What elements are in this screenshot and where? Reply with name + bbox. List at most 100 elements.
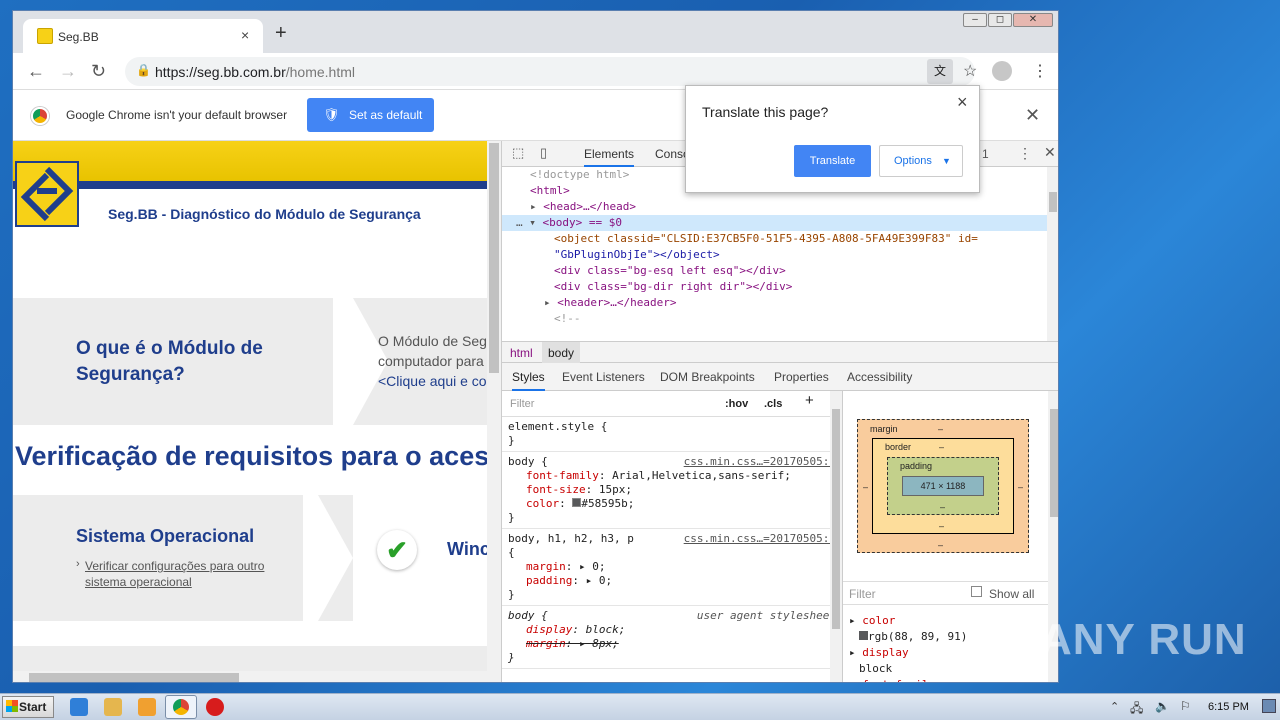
tab-elements[interactable]: Elements [584, 147, 635, 167]
volume-icon[interactable]: 🔈 [1155, 699, 1170, 713]
bb-logo-icon [20, 166, 74, 222]
reload-icon[interactable]: ↻ [91, 62, 106, 80]
inspect-icon[interactable]: ⬚ [512, 145, 524, 161]
breadcrumb-body[interactable]: body [542, 342, 581, 364]
rule-selector[interactable]: element.style { [508, 420, 836, 434]
device-toolbar-icon[interactable]: ▯ [540, 145, 547, 161]
bookmark-star-icon[interactable]: ☆ [963, 61, 977, 81]
tray-expand-icon[interactable]: ⌃ [1110, 700, 1119, 713]
border-top-value: – [939, 442, 945, 452]
dom-line[interactable]: ▸ <head>…</head> [502, 199, 1047, 215]
set-default-label: Set as default [349, 108, 423, 122]
scroll-thumb[interactable] [1049, 192, 1057, 212]
click-here-link[interactable]: <Clique aqui e co [378, 371, 487, 391]
set-default-button[interactable]: 🛡 Set as default [307, 98, 434, 132]
clock[interactable]: 6:15 PM [1208, 701, 1249, 713]
tab-dom-breakpoints[interactable]: DOM Breakpoints [660, 370, 755, 384]
profile-avatar-icon[interactable] [992, 61, 1012, 81]
dom-line[interactable]: <div class="bg-dir right dir"></div> [502, 279, 1047, 295]
dom-scrollbar[interactable] [1047, 167, 1058, 341]
styles-scrollbar[interactable] [830, 391, 842, 682]
menu-kebab-icon[interactable]: ⋮ [1032, 61, 1048, 81]
chrome-taskbar-button[interactable] [165, 695, 197, 719]
dom-line[interactable]: <div class="bg-esq left esq"></div> [502, 263, 1047, 279]
add-rule-icon[interactable]: + [805, 393, 814, 408]
tab-close-icon[interactable]: × [241, 27, 249, 43]
rule-source-link[interactable]: css.min.css…=20170505:1 [684, 532, 836, 546]
tab-segbb[interactable]: Seg.BB × [23, 19, 263, 53]
forward-icon[interactable]: → [59, 62, 77, 80]
infobar-close-icon[interactable]: ✕ [1025, 105, 1040, 126]
style-declaration[interactable]: margin: ▸ 8px; [508, 637, 836, 651]
style-rule: element.style { } [502, 417, 842, 452]
computed-prop[interactable]: ▸ font-family [849, 677, 967, 682]
dom-line[interactable]: "GbPluginObjIe"></object> [502, 247, 1047, 263]
style-declaration[interactable]: display: block; [508, 623, 836, 637]
breadcrumb-html[interactable]: html [510, 346, 533, 360]
computed-prop[interactable]: ▸ color [849, 613, 967, 629]
page-vertical-scrollbar[interactable] [487, 141, 501, 671]
question-heading: O que é o Módulo de Segurança? [76, 338, 263, 385]
breadcrumb: html body [502, 341, 1058, 364]
infobar-message: Google Chrome isn't your default browser [66, 108, 288, 122]
other-os-link[interactable]: Verificar configurações para outro siste… [85, 558, 265, 590]
dom-line[interactable]: <!-- [502, 311, 1047, 327]
translate-button[interactable]: Translate [794, 145, 871, 177]
network-icon[interactable]: 🖧 [1130, 699, 1143, 720]
start-button[interactable]: Start [2, 696, 54, 718]
style-declaration[interactable]: color: #58595b; [508, 497, 836, 511]
tab-event-listeners[interactable]: Event Listeners [562, 370, 645, 384]
style-declaration[interactable]: font-size: 15px; [508, 483, 836, 497]
hov-toggle[interactable]: :hov [725, 397, 748, 411]
cls-toggle[interactable]: .cls [764, 397, 782, 411]
scroll-thumb[interactable] [1050, 409, 1058, 517]
scroll-thumb[interactable] [29, 673, 239, 682]
margin-right-value: – [1018, 482, 1024, 492]
translate-icon[interactable]: 文 [927, 59, 953, 84]
new-tab-button[interactable]: + [275, 23, 287, 43]
tab-properties[interactable]: Properties [774, 370, 829, 384]
dom-line[interactable]: <object classid="CLSID:E37CB5F0-51F5-439… [502, 231, 1047, 247]
tab-strip: Seg.BB × + – ◻ ✕ [13, 11, 1058, 53]
url-text[interactable]: https://seg.bb.com.br/home.html [155, 64, 355, 80]
show-desktop-button[interactable] [1262, 699, 1276, 713]
options-label: Options [894, 155, 932, 167]
explorer-folder-icon[interactable] [104, 698, 122, 716]
maximize-button[interactable]: ◻ [988, 13, 1012, 27]
computed-filter-input[interactable]: Filter [849, 587, 876, 601]
warning-app-icon[interactable] [206, 698, 224, 716]
chrome-logo-icon [31, 107, 49, 125]
options-button[interactable]: Options ▼ [879, 145, 963, 177]
translate-close-icon[interactable]: × [957, 92, 968, 113]
dom-line-selected[interactable]: … ▾ <body> == $0 [502, 215, 1047, 231]
dom-line[interactable]: ▸ <header>…</header> [502, 295, 1047, 311]
question-description: O Módulo de Seg computador para <Clique … [378, 331, 487, 391]
close-window-button[interactable]: ✕ [1013, 13, 1053, 27]
action-center-flag-icon[interactable]: ⚐ [1180, 699, 1191, 713]
style-declaration[interactable]: padding: ▸ 0; [508, 574, 836, 588]
rule-source-link[interactable]: css.min.css…=20170505:1 [684, 455, 836, 469]
page-horizontal-scrollbar[interactable] [13, 671, 501, 682]
padding-bottom-value: – [940, 502, 946, 512]
show-all-checkbox[interactable] [971, 586, 982, 597]
computed-prop[interactable]: ▸ display [849, 645, 967, 661]
scroll-thumb[interactable] [832, 409, 840, 629]
minimize-button[interactable]: – [963, 13, 987, 27]
rule-source: user agent stylesheet [696, 609, 836, 622]
tab-styles[interactable]: Styles [512, 370, 545, 391]
address-bar[interactable]: 🔒 https://seg.bb.com.br/home.html 文 ☆ [125, 57, 977, 86]
translate-popup: Translate this page? × Translate Options… [685, 85, 980, 193]
devtools-close-icon[interactable]: ✕ [1044, 144, 1056, 161]
tab-accessibility[interactable]: Accessibility [847, 370, 912, 384]
rule-open: { [508, 546, 515, 559]
styles-filter-input[interactable]: Filter [510, 397, 534, 411]
media-player-icon[interactable] [138, 698, 156, 716]
prop-value: 15px; [598, 483, 632, 496]
scroll-thumb[interactable] [489, 143, 499, 373]
ie-icon[interactable] [70, 698, 88, 716]
devtools-menu-icon[interactable]: ⋮ [1018, 145, 1032, 162]
style-declaration[interactable]: font-family: Arial,Helvetica,sans-serif; [508, 469, 836, 483]
back-icon[interactable]: ← [27, 62, 45, 80]
style-declaration[interactable]: margin: ▸ 0; [508, 560, 836, 574]
margin-left-value: – [863, 482, 869, 492]
